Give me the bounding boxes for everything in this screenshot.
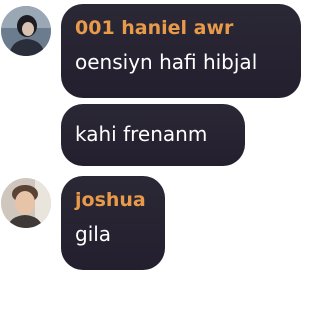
user-avatar[interactable] [1,6,51,56]
sender-name[interactable]: 001 haniel awr [75,16,287,40]
message-bubble[interactable]: 001 haniel awr oensiyn hafi hibjal [61,4,301,98]
sender-name[interactable]: joshua [75,188,151,212]
user-avatar[interactable] [1,178,51,228]
avatar-photo-icon [1,178,51,228]
message-text: kahi frenanm [75,122,208,146]
message-text: oensiyn hafi hibjal [75,50,258,74]
avatar-photo-icon [1,6,51,56]
message-text: gila [75,222,112,246]
message-bubble[interactable]: joshua gila [61,176,165,270]
message-bubble[interactable]: kahi frenanm [61,104,245,166]
